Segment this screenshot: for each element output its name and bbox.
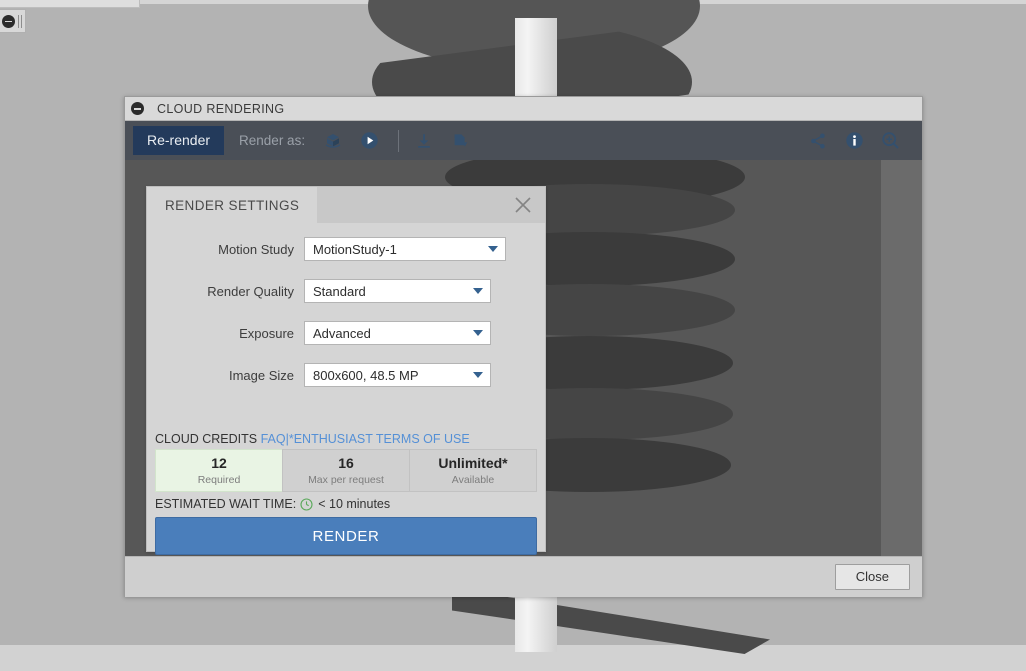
- exposure-select[interactable]: Advanced: [304, 321, 491, 345]
- credits-cell-max-per-request: 16 Max per request: [282, 449, 410, 492]
- estimated-wait-time-row: ESTIMATED WAIT TIME: < 10 minutes: [155, 497, 537, 511]
- render-quality-select[interactable]: Standard: [304, 279, 491, 303]
- drag-grip-icon[interactable]: [18, 15, 22, 28]
- credits-cell-available: Unlimited* Available: [409, 449, 537, 492]
- terms-of-use-link[interactable]: ENTHUSIAST TERMS OF USE: [294, 432, 470, 446]
- play-animation-icon[interactable]: [356, 128, 382, 154]
- floating-mini-toolbar[interactable]: [0, 9, 26, 33]
- render-settings-panel[interactable]: RENDER SETTINGS Motion Study MotionStudy…: [146, 186, 546, 552]
- render-3d-cube-icon[interactable]: [320, 128, 346, 154]
- cloud-credits-header: CLOUD CREDITS FAQ|*ENTHUSIAST TERMS OF U…: [155, 432, 537, 446]
- viewport-tab-strip: [0, 0, 140, 8]
- window-title: CLOUD RENDERING: [157, 102, 285, 116]
- credits-table: 12 Required 16 Max per request Unlimited…: [155, 449, 537, 492]
- model-shaft: [515, 596, 557, 652]
- clock-icon: [300, 498, 313, 511]
- render-submit-button[interactable]: RENDER: [155, 517, 537, 555]
- info-icon[interactable]: [841, 128, 867, 154]
- save-as-file-icon[interactable]: [447, 128, 473, 154]
- estimated-wait-time-label: ESTIMATED WAIT TIME:: [155, 497, 296, 511]
- window-titlebar[interactable]: CLOUD RENDERING: [125, 97, 922, 121]
- share-icon[interactable]: [805, 128, 831, 154]
- collapse-circle-icon[interactable]: [2, 15, 15, 28]
- motion-study-label: Motion Study: [147, 242, 304, 257]
- window-bottom-bar: Close: [125, 556, 922, 597]
- exposure-label: Exposure: [147, 326, 304, 341]
- render-as-label: Render as:: [239, 133, 305, 148]
- tab-render-settings[interactable]: RENDER SETTINGS: [147, 187, 317, 223]
- credits-max-caption: Max per request: [308, 474, 384, 486]
- faq-link[interactable]: FAQ: [261, 432, 286, 446]
- chevron-down-icon: [473, 330, 483, 336]
- settings-tab-strip: RENDER SETTINGS: [147, 187, 545, 223]
- form-row-exposure: Exposure Advanced: [147, 321, 545, 345]
- image-size-label: Image Size: [147, 368, 304, 383]
- credits-cell-required: 12 Required: [155, 449, 283, 492]
- render-toolbar: Re-render Render as:: [125, 121, 922, 160]
- form-row-motion-study: Motion Study MotionStudy-1: [147, 237, 545, 261]
- close-x-icon[interactable]: [509, 191, 537, 219]
- estimated-wait-time-value: < 10 minutes: [318, 497, 390, 511]
- chevron-down-icon: [488, 246, 498, 252]
- image-size-select[interactable]: 800x600, 48.5 MP: [304, 363, 491, 387]
- credits-available-value: Unlimited*: [438, 455, 507, 472]
- credits-required-caption: Required: [198, 474, 241, 486]
- settings-form: Motion Study MotionStudy-1 Render Qualit…: [147, 223, 545, 387]
- exposure-value: Advanced: [313, 326, 371, 341]
- form-row-render-quality: Render Quality Standard: [147, 279, 545, 303]
- motion-study-select[interactable]: MotionStudy-1: [304, 237, 506, 261]
- model-shaft: [515, 18, 557, 100]
- chevron-down-icon: [473, 372, 483, 378]
- viewport-bottom-strip: [0, 645, 1026, 671]
- toolbar-separator: [398, 130, 399, 152]
- form-row-image-size: Image Size 800x600, 48.5 MP: [147, 363, 545, 387]
- credits-required-value: 12: [211, 455, 227, 472]
- credits-link-separator: |*: [286, 432, 294, 446]
- rerender-button[interactable]: Re-render: [133, 126, 224, 155]
- cloud-credits-block: CLOUD CREDITS FAQ|*ENTHUSIAST TERMS OF U…: [155, 432, 537, 511]
- zoom-in-icon[interactable]: [877, 128, 903, 154]
- credits-max-value: 16: [338, 455, 354, 472]
- cloud-credits-title: CLOUD CREDITS: [155, 432, 257, 446]
- image-size-value: 800x600, 48.5 MP: [313, 368, 419, 383]
- credits-available-caption: Available: [452, 474, 494, 486]
- render-quality-label: Render Quality: [147, 284, 304, 299]
- collapse-circle-icon[interactable]: [131, 102, 144, 115]
- render-quality-value: Standard: [313, 284, 366, 299]
- download-icon[interactable]: [411, 128, 437, 154]
- motion-study-value: MotionStudy-1: [313, 242, 397, 257]
- chevron-down-icon: [473, 288, 483, 294]
- close-button[interactable]: Close: [835, 564, 910, 590]
